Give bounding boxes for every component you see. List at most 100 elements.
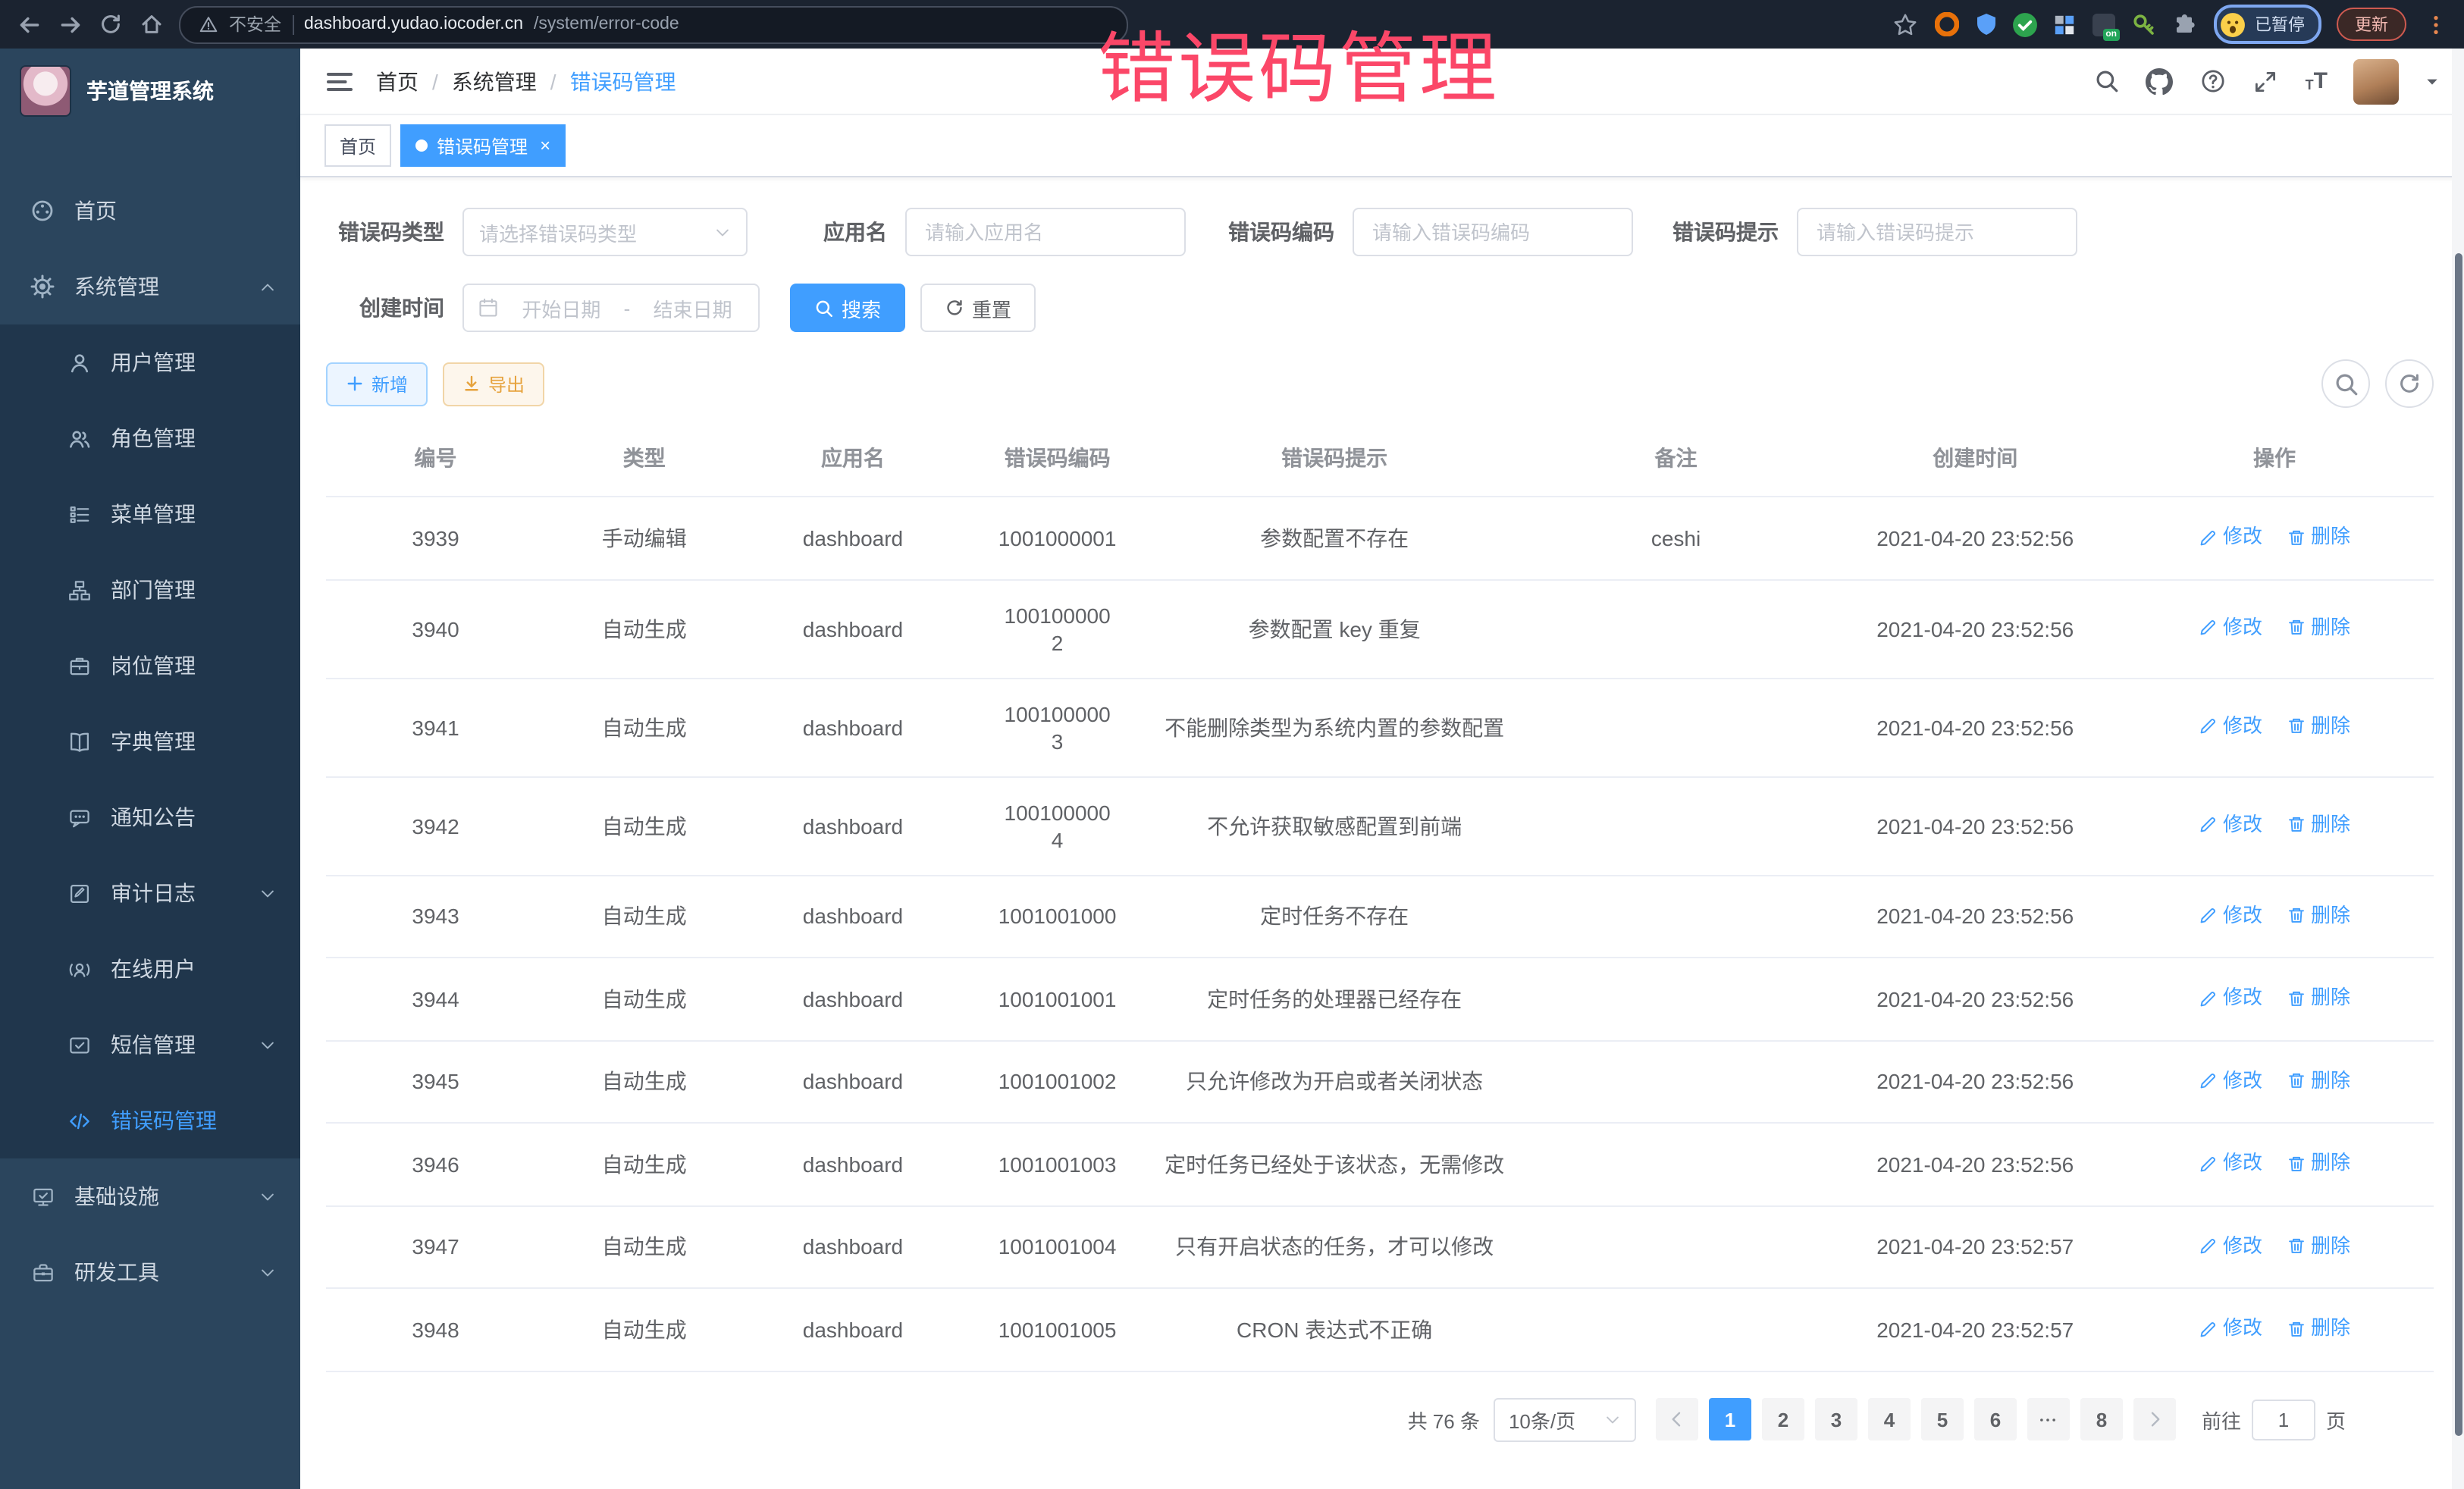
sidebar-item-notice[interactable]: 通知公告 [0, 779, 300, 855]
goto-page-input[interactable] [2252, 1399, 2315, 1440]
sidebar-item-dev-tools[interactable]: 研发工具 [0, 1234, 300, 1310]
browser-address-bar[interactable]: 不安全 dashboard.yudao.iocoder.cn/system/er… [179, 5, 1128, 43]
close-tab-icon[interactable]: × [540, 136, 550, 155]
sidebar-item-role-mgmt[interactable]: 角色管理 [0, 400, 300, 476]
page-button-4[interactable]: 4 [1868, 1398, 1911, 1440]
tab-首页[interactable]: 首页 [324, 124, 391, 167]
delete-link[interactable]: 删除 [2287, 980, 2350, 1016]
page-button-5[interactable]: 5 [1921, 1398, 1964, 1440]
delete-link[interactable]: 删除 [2287, 1310, 2350, 1346]
browser-back-icon[interactable] [15, 11, 42, 38]
error-code-input[interactable] [1353, 208, 1633, 256]
error-msg-input[interactable] [1797, 208, 2077, 256]
sidebar-item-post-mgmt[interactable]: 岗位管理 [0, 628, 300, 704]
cell-id: 3943 [326, 875, 545, 958]
shield-extension-icon[interactable] [1973, 11, 1998, 37]
sidebar-item-infrastructure[interactable]: 基础设施 [0, 1158, 300, 1234]
reset-button[interactable]: 重置 [920, 284, 1036, 332]
date-range-picker[interactable]: 开始日期 - 结束日期 [462, 284, 760, 332]
edit-link[interactable]: 修改 [2199, 897, 2262, 933]
github-icon[interactable] [2146, 67, 2174, 95]
edit-link[interactable]: 修改 [2199, 1145, 2262, 1181]
hamburger-icon[interactable] [324, 66, 355, 96]
sidebar-item-error-code-mgmt[interactable]: 错误码管理 [0, 1083, 300, 1158]
book-icon [67, 729, 91, 754]
tab-错误码管理[interactable]: 错误码管理× [400, 124, 566, 167]
browser-forward-icon[interactable] [56, 11, 83, 38]
plus-icon [346, 375, 364, 393]
cell-remark [1517, 678, 1835, 776]
bookmark-star-icon[interactable] [1891, 11, 1918, 38]
user-avatar[interactable] [2353, 58, 2399, 104]
breadcrumb-item[interactable]: 系统管理 [452, 66, 537, 96]
breadcrumb-item[interactable]: 首页 [376, 66, 419, 96]
sidebar-item-audit-log[interactable]: 审计日志 [0, 855, 300, 931]
delete-link[interactable]: 删除 [2287, 1062, 2350, 1099]
sidebar-item-online-user[interactable]: 在线用户 [0, 931, 300, 1007]
sidebar-item-home[interactable]: 首页 [0, 173, 300, 249]
prev-page-button[interactable] [1656, 1398, 1698, 1440]
cell-app: dashboard [743, 776, 962, 875]
profile-emoji-avatar [2220, 11, 2246, 37]
help-icon[interactable] [2199, 67, 2227, 95]
delete-link[interactable]: 删除 [2287, 519, 2350, 555]
page-button-2[interactable]: 2 [1762, 1398, 1804, 1440]
export-button[interactable]: 导出 [443, 362, 544, 406]
page-size-select[interactable]: 10条/页 [1494, 1397, 1636, 1441]
sidebar-item-user-mgmt[interactable]: 用户管理 [0, 324, 300, 400]
sidebar-item-sms-mgmt[interactable]: 短信管理 [0, 1007, 300, 1083]
browser-home-icon[interactable] [138, 11, 165, 38]
cell-actions: 修改删除 [2115, 1040, 2434, 1123]
edit-link[interactable]: 修改 [2199, 980, 2262, 1016]
delete-link[interactable]: 删除 [2287, 1145, 2350, 1181]
browser-menu-icon[interactable] [2422, 11, 2449, 38]
page-button-1[interactable]: 1 [1709, 1398, 1751, 1440]
fullscreen-icon[interactable] [2252, 67, 2280, 95]
edit-link[interactable]: 修改 [2199, 807, 2262, 843]
page-scrollbar[interactable] [2452, 49, 2464, 1489]
browser-profile-badge[interactable]: 已暂停 [2214, 5, 2321, 44]
cell-type: 手动编辑 [545, 497, 743, 579]
edit-link[interactable]: 修改 [2199, 708, 2262, 744]
more-pages-button[interactable] [2027, 1398, 2070, 1440]
scrollbar-thumb[interactable] [2455, 253, 2462, 1436]
sidebar-item-dict-mgmt[interactable]: 字典管理 [0, 704, 300, 779]
error-type-select[interactable]: 请选择错误码类型 [462, 208, 748, 256]
delete-link[interactable]: 删除 [2287, 1227, 2350, 1264]
sidebar-item-system-mgmt[interactable]: 系统管理 [0, 249, 300, 324]
add-button[interactable]: 新增 [326, 362, 428, 406]
table-row: 3943自动生成dashboard1001001000定时任务不存在2021-0… [326, 875, 2434, 958]
page-button-3[interactable]: 3 [1815, 1398, 1857, 1440]
extensions-puzzle-icon[interactable] [2171, 11, 2199, 38]
dark-on-extension-icon[interactable]: on [2091, 11, 2117, 37]
sidebar-item-menu-mgmt[interactable]: 菜单管理 [0, 476, 300, 552]
app-name-input[interactable] [905, 208, 1186, 256]
font-size-icon[interactable]: TT [2306, 70, 2328, 92]
browser-update-button[interactable]: 更新 [2337, 8, 2406, 41]
sidebar-logo-row[interactable]: 芋道管理系统 [0, 49, 300, 133]
green-check-extension-icon[interactable] [2012, 11, 2038, 37]
edit-link[interactable]: 修改 [2199, 610, 2262, 646]
key-extension-icon[interactable] [2130, 11, 2156, 37]
browser-reload-icon[interactable] [97, 11, 124, 38]
breadcrumb-item[interactable]: 错误码管理 [570, 66, 676, 96]
delete-link[interactable]: 删除 [2287, 708, 2350, 744]
avatar-caret-down-icon[interactable] [2425, 74, 2440, 89]
edit-link[interactable]: 修改 [2199, 1227, 2262, 1264]
orange-extension-icon[interactable] [1933, 11, 1959, 37]
delete-link[interactable]: 删除 [2287, 610, 2350, 646]
next-page-button[interactable] [2133, 1398, 2176, 1440]
edit-link[interactable]: 修改 [2199, 1062, 2262, 1099]
edit-link[interactable]: 修改 [2199, 1310, 2262, 1346]
delete-link[interactable]: 删除 [2287, 807, 2350, 843]
delete-link[interactable]: 删除 [2287, 897, 2350, 933]
edit-link[interactable]: 修改 [2199, 519, 2262, 555]
page-button-8[interactable]: 8 [2080, 1398, 2123, 1440]
grid-extension-icon[interactable] [2052, 11, 2077, 37]
header-search-icon[interactable] [2093, 67, 2121, 95]
refresh-table-button[interactable] [2385, 359, 2434, 408]
sidebar-item-dept-mgmt[interactable]: 部门管理 [0, 552, 300, 628]
toggle-search-button[interactable] [2321, 359, 2370, 408]
page-button-6[interactable]: 6 [1974, 1398, 2017, 1440]
search-button[interactable]: 搜索 [790, 284, 905, 332]
